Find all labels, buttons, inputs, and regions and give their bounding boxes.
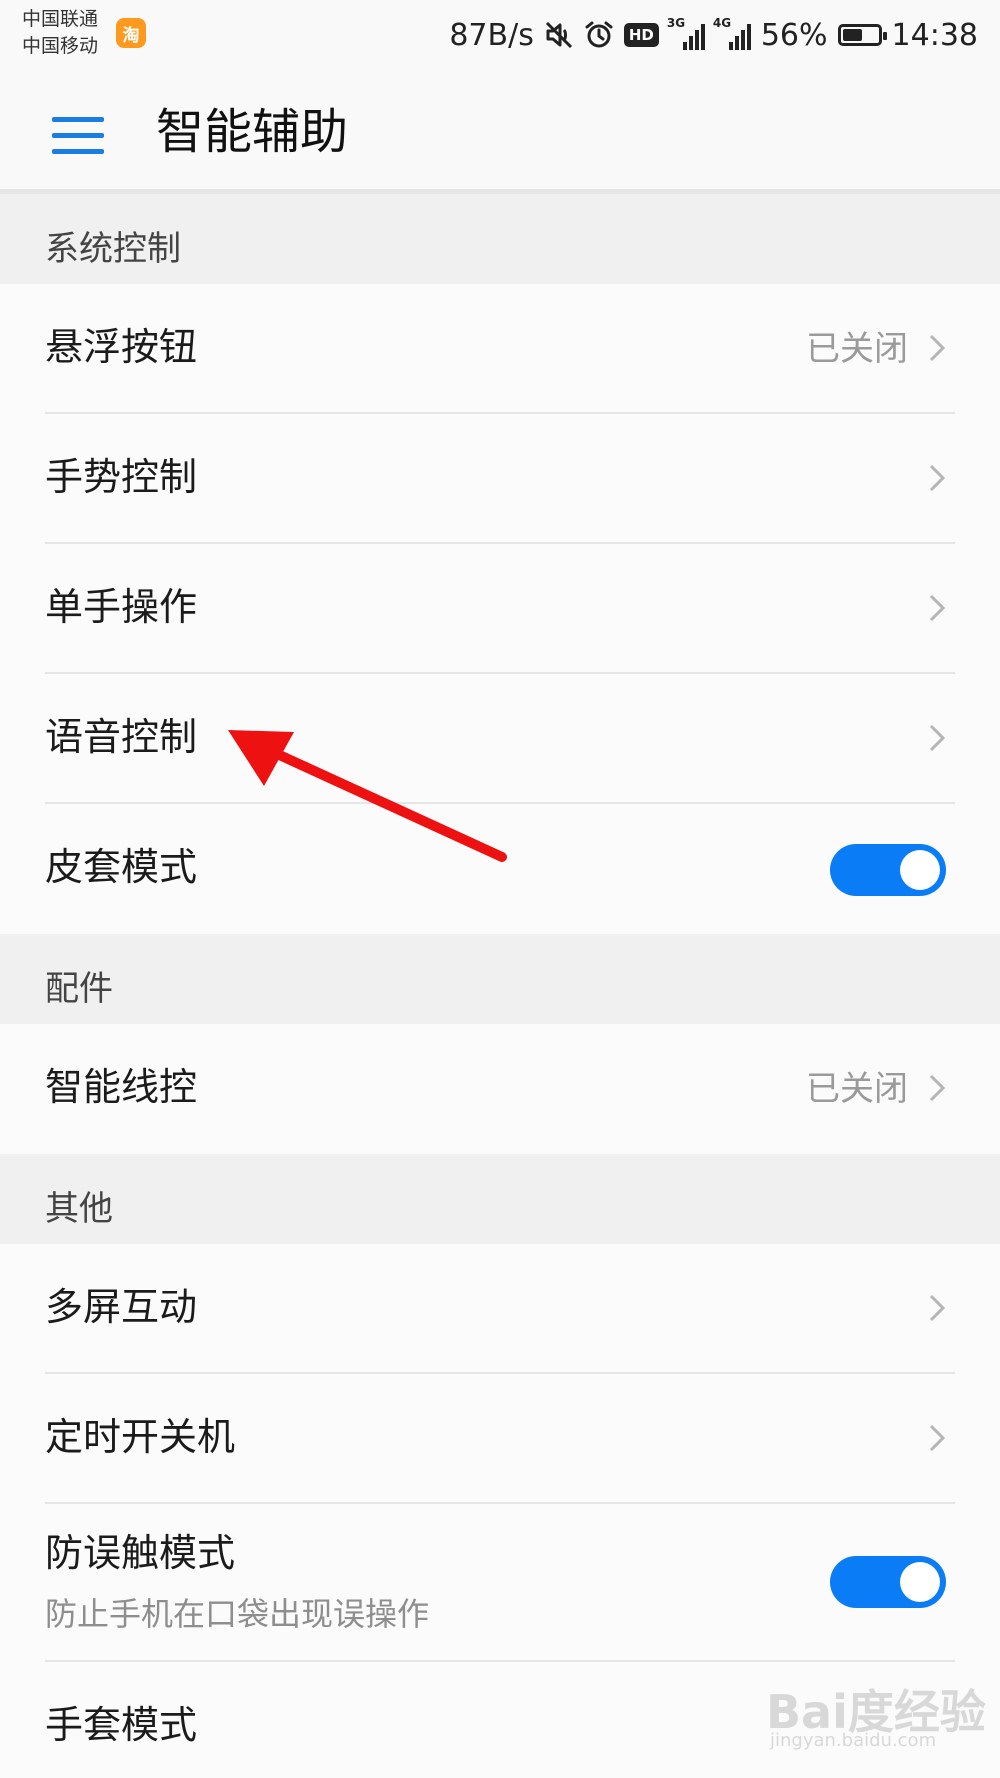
setting-cover-mode[interactable]: 皮套模式	[0, 804, 1000, 934]
setting-label: 悬浮按钮	[45, 325, 198, 369]
hamburger-menu-icon[interactable]	[52, 115, 104, 155]
page-title: 智能辅助	[156, 104, 349, 160]
net-speed: 87B/s	[449, 17, 534, 53]
toggle-knob	[900, 850, 940, 890]
pocket-mode-toggle[interactable]	[830, 1556, 946, 1608]
battery-fill	[842, 29, 862, 41]
taobao-icon: 淘	[116, 18, 146, 48]
setting-one-hand[interactable]: 单手操作	[0, 544, 1000, 674]
battery-icon	[837, 24, 887, 46]
signal-4g-tag: 4G	[712, 16, 732, 30]
setting-label: 语音控制	[45, 715, 198, 759]
setting-label: 定时开关机	[45, 1415, 236, 1459]
chevron-right-icon	[929, 724, 946, 752]
chevron-right-icon	[929, 334, 946, 362]
chevron-right-icon	[929, 594, 946, 622]
setting-label: 手套模式	[45, 1703, 198, 1747]
status-bar: 中国联通 中国移动 淘 87B/s HD 3G 4G 56% 14:38	[0, 0, 1000, 70]
carrier-2: 中国移动	[22, 35, 99, 57]
setting-label: 手势控制	[45, 455, 198, 499]
app-bar: 智能辅助	[0, 70, 1000, 194]
section-header-other: 其他	[0, 1154, 1000, 1244]
status-indicators: 87B/s HD 3G 4G 56% 14:38	[449, 12, 978, 58]
signal-3g-tag: 3G	[666, 16, 686, 30]
signal-3g-icon: 3G	[667, 16, 705, 50]
toggle-knob	[900, 1562, 940, 1602]
alarm-icon	[585, 21, 613, 48]
chevron-right-icon	[929, 464, 946, 492]
setting-scheduled-power[interactable]: 定时开关机	[0, 1374, 1000, 1504]
watermark-url: jingyan.baidu.com	[770, 1730, 937, 1751]
mute-icon	[545, 21, 572, 49]
battery-percent: 56%	[760, 17, 828, 53]
setting-label: 防误触模式	[45, 1531, 236, 1575]
setting-label: 智能线控	[45, 1065, 198, 1109]
chevron-right-icon	[929, 1294, 946, 1322]
setting-multi-screen[interactable]: 多屏互动	[0, 1244, 1000, 1374]
carrier-info: 中国联通 中国移动	[22, 6, 98, 60]
setting-value: 已关闭	[806, 329, 908, 369]
section-header-accessories: 配件	[0, 934, 1000, 1024]
cover-mode-toggle[interactable]	[830, 844, 946, 896]
setting-voice-control[interactable]: 语音控制	[0, 674, 1000, 804]
hd-icon: HD	[623, 23, 659, 47]
setting-label: 多屏互动	[45, 1285, 198, 1329]
chevron-right-icon	[929, 1424, 946, 1452]
signal-4g-icon: 4G	[713, 16, 751, 50]
setting-description: 防止手机在口袋出现误操作	[45, 1595, 430, 1633]
section-header-system-control: 系统控制	[0, 194, 1000, 284]
section-title: 配件	[45, 969, 113, 1009]
section-title: 系统控制	[45, 229, 181, 269]
carrier-1: 中国联通	[22, 8, 99, 30]
clock: 14:38	[891, 17, 978, 53]
section-title: 其他	[45, 1189, 113, 1229]
setting-label: 皮套模式	[45, 845, 198, 889]
setting-smart-wire-control[interactable]: 智能线控 已关闭	[0, 1024, 1000, 1154]
setting-pocket-mode[interactable]: 防误触模式 防止手机在口袋出现误操作	[0, 1504, 1000, 1662]
setting-gesture-control[interactable]: 手势控制	[0, 414, 1000, 544]
setting-floating-button[interactable]: 悬浮按钮 已关闭	[0, 284, 1000, 414]
setting-label: 单手操作	[45, 585, 198, 629]
baidu-watermark: Bai度经验 jingyan.baidu.com	[760, 1670, 990, 1760]
setting-value: 已关闭	[806, 1069, 908, 1109]
chevron-right-icon	[929, 1074, 946, 1102]
